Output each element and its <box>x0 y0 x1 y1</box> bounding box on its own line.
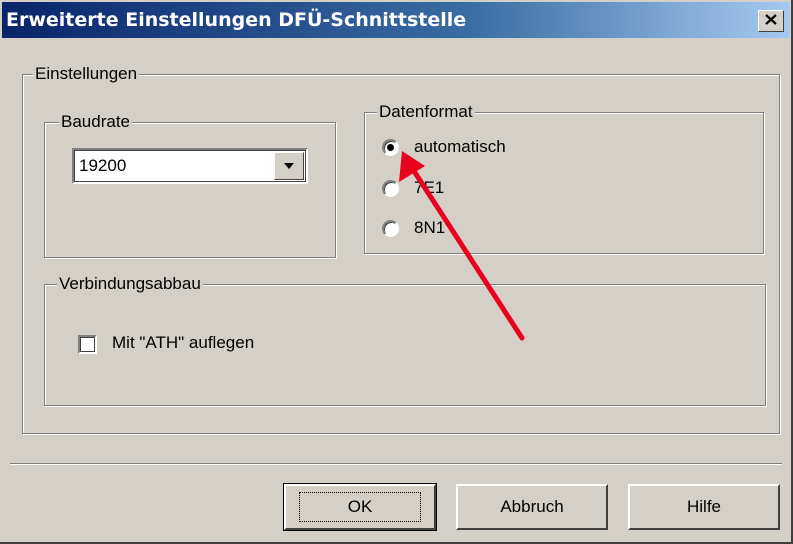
title-bar[interactable]: Erweiterte Einstellungen DFÜ-Schnittstel… <box>2 2 790 38</box>
radio-automatisch-label[interactable]: automatisch <box>414 137 506 157</box>
ok-button[interactable]: OK <box>283 483 437 531</box>
radio-7e1-label[interactable]: 7E1 <box>414 178 444 198</box>
close-button[interactable] <box>758 10 784 32</box>
window-title: Erweiterte Einstellungen DFÜ-Schnittstel… <box>6 9 467 31</box>
ath-checkbox[interactable] <box>78 335 97 354</box>
ok-button-label: OK <box>298 492 422 522</box>
verbindungsabbau-group-label: Verbindungsabbau <box>57 274 203 294</box>
help-button[interactable]: Hilfe <box>628 484 780 530</box>
footer-separator <box>10 463 782 465</box>
radio-8n1[interactable] <box>382 220 399 237</box>
radio-automatisch[interactable] <box>382 139 399 156</box>
baudrate-group-label: Baudrate <box>59 112 132 132</box>
chevron-down-icon <box>283 157 295 175</box>
radio-7e1[interactable] <box>382 180 399 197</box>
cancel-button-label: Abbruch <box>500 497 564 516</box>
baudrate-dropdown-button[interactable] <box>274 152 304 180</box>
radio-selected-dot <box>387 144 394 151</box>
baudrate-group: Baudrate <box>44 112 336 258</box>
help-button-label: Hilfe <box>686 497 721 516</box>
close-icon <box>765 12 777 30</box>
baudrate-select[interactable]: 19200 <box>72 148 308 184</box>
baudrate-value: 19200 <box>79 156 127 175</box>
dialog-window: Erweiterte Einstellungen DFÜ-Schnittstel… <box>0 0 793 544</box>
cancel-button[interactable]: Abbruch <box>456 484 608 530</box>
settings-group-label: Einstellungen <box>33 64 140 84</box>
radio-8n1-label[interactable]: 8N1 <box>414 218 445 238</box>
ath-checkbox-label[interactable]: Mit "ATH" auflegen <box>112 333 254 353</box>
datenformat-group-label: Datenformat <box>377 102 475 122</box>
